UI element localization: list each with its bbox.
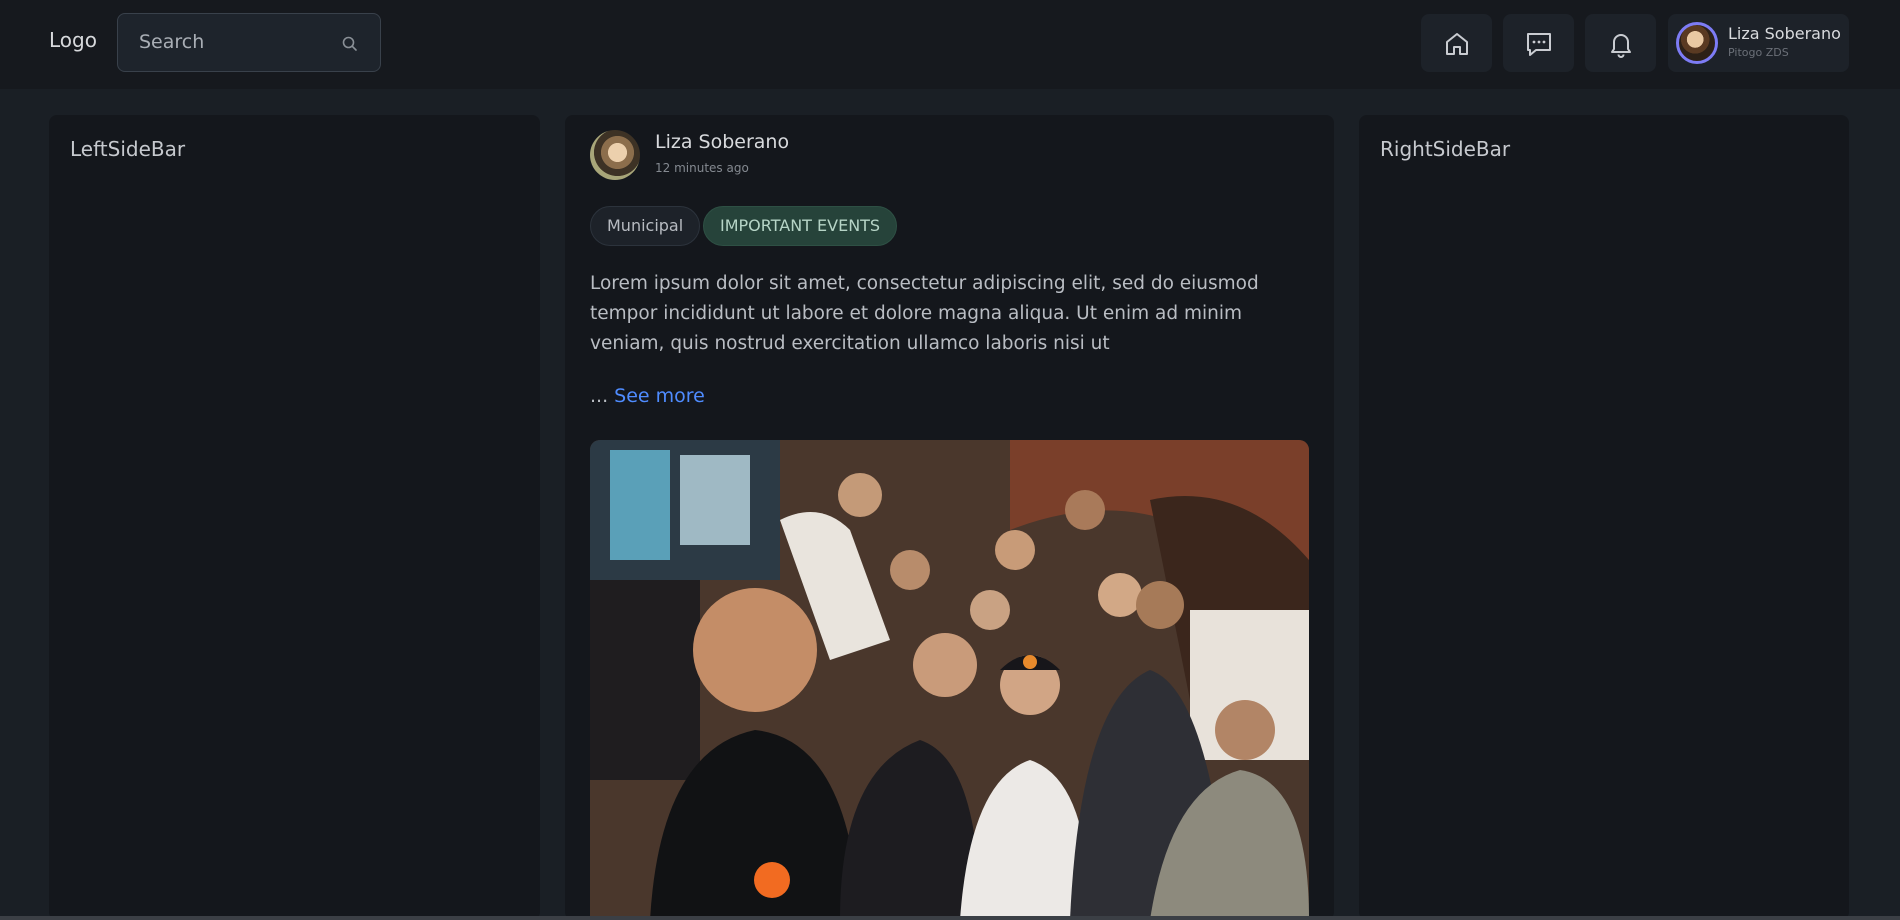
post-timestamp: 12 minutes ago <box>655 161 749 175</box>
right-sidebar: RightSideBar <box>1359 115 1849 920</box>
post-card: Liza Soberano 12 minutes ago Municipal I… <box>565 115 1334 920</box>
left-sidebar: LeftSideBar <box>49 115 540 920</box>
messages-button[interactable] <box>1503 14 1574 72</box>
home-button[interactable] <box>1421 14 1492 72</box>
window-bottom-border <box>0 916 1900 920</box>
profile-name: Liza Soberano <box>1728 24 1841 43</box>
top-navbar: Logo Search Liza Soberano Pitogo ZDS <box>0 0 1900 89</box>
right-sidebar-title: RightSideBar <box>1380 137 1511 161</box>
chat-icon <box>1527 33 1551 56</box>
search-input[interactable]: Search <box>139 31 204 53</box>
home-icon <box>1446 33 1468 55</box>
post-photo[interactable] <box>590 440 1309 920</box>
see-more-row: ... See more <box>590 385 705 407</box>
post-author-avatar[interactable] <box>590 130 640 180</box>
search-icon[interactable] <box>340 34 360 54</box>
left-sidebar-title: LeftSideBar <box>70 137 186 161</box>
search-box[interactable]: Search <box>117 13 381 72</box>
profile-menu[interactable]: Liza Soberano Pitogo ZDS <box>1668 14 1849 72</box>
post-author-name[interactable]: Liza Soberano <box>655 131 789 153</box>
tag-important-events[interactable]: IMPORTANT EVENTS <box>703 206 898 246</box>
avatar <box>1676 22 1718 64</box>
group-photo-image <box>590 440 1309 920</box>
profile-subtitle: Pitogo ZDS <box>1728 46 1789 59</box>
app-logo[interactable]: Logo <box>49 28 97 52</box>
post-body-text: Lorem ipsum dolor sit amet, consectetur … <box>590 273 1259 354</box>
notifications-button[interactable] <box>1585 14 1656 72</box>
bell-icon <box>1611 34 1631 58</box>
tag-municipal[interactable]: Municipal <box>590 206 701 246</box>
ellipsis: ... <box>590 385 609 407</box>
see-more-link[interactable]: See more <box>614 385 705 407</box>
